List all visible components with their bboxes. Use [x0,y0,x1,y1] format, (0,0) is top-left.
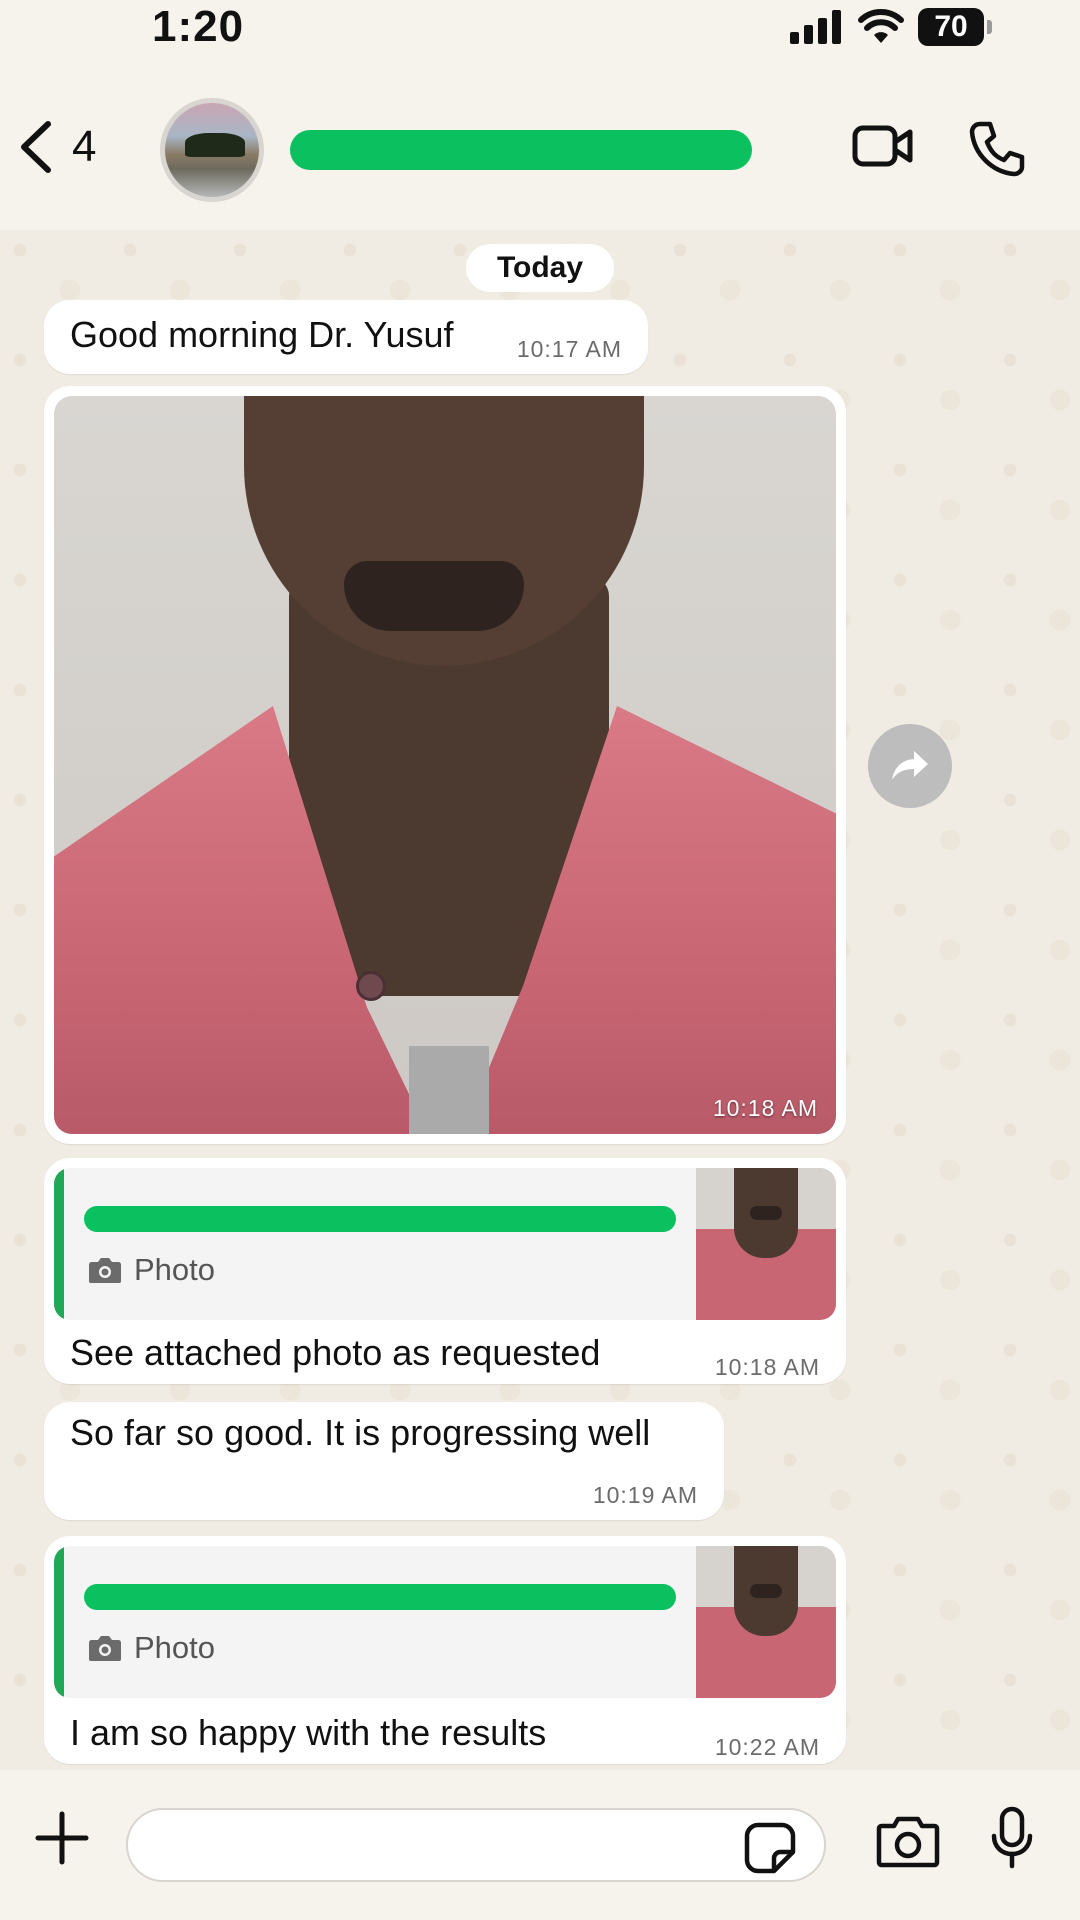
photo-image[interactable]: 10:18 AM [54,396,836,1134]
back-count: 4 [72,122,97,171]
date-separator: Today [466,244,614,292]
message-time: 10:17 AM [516,336,622,362]
quoted-sender-redacted [84,1584,676,1610]
message-text: So far so good. It is progressing well [70,1412,651,1453]
plus-icon[interactable] [34,1810,90,1866]
contact-name-redacted[interactable] [290,130,752,170]
status-bar: 1:20 70 [0,0,1080,70]
message-time: 10:22 AM [714,1734,820,1760]
status-time: 1:20 [152,2,245,51]
wifi-icon [858,9,904,43]
reply-accent-bar [54,1168,64,1320]
reply-message[interactable]: Photo See attached photo as requested 10… [44,1158,846,1384]
quoted-message[interactable]: Photo [54,1546,836,1698]
message-input[interactable] [126,1808,826,1882]
message-bubble[interactable]: Good morning Dr. Yusuf 10:17 AM [44,300,648,374]
message-bubble[interactable]: So far so good. It is progressing well 1… [44,1402,724,1520]
phone-icon[interactable] [968,120,1026,178]
quoted-type: Photo [88,1630,215,1666]
photo-message[interactable]: 10:18 AM [44,386,846,1144]
photo-time: 10:18 AM [712,1095,818,1121]
battery-indicator: 70 [918,8,992,46]
camera-small-icon [89,1258,121,1283]
back-button[interactable]: 4 [18,120,96,174]
reply-message[interactable]: Photo I am so happy with the results 10:… [44,1536,846,1764]
back-chevron-icon [21,121,51,173]
quoted-message[interactable]: Photo [54,1168,836,1320]
video-call-icon[interactable] [852,122,914,170]
message-text: See attached photo as requested [70,1332,601,1373]
camera-small-icon [89,1636,121,1661]
message-text: Good morning Dr. Yusuf [70,314,454,355]
quoted-type: Photo [88,1252,215,1288]
contact-avatar[interactable] [160,98,264,202]
camera-icon[interactable] [876,1816,940,1868]
quoted-thumbnail [696,1168,836,1320]
message-time: 10:19 AM [592,1482,698,1508]
composer-bar [0,1770,1080,1920]
quoted-thumbnail [696,1546,836,1698]
sticker-icon[interactable] [744,1822,796,1874]
forward-button[interactable] [868,724,952,808]
forward-icon [892,751,928,780]
chat-area[interactable]: Today Good morning Dr. Yusuf 10:17 AM 10… [0,230,1080,1770]
chat-header: 4 [0,70,1080,230]
reply-accent-bar [54,1546,64,1698]
signal-icon [790,10,841,44]
status-icons: 70 [790,8,992,46]
message-text: I am so happy with the results [70,1712,547,1753]
message-time: 10:18 AM [714,1354,820,1380]
quoted-sender-redacted [84,1206,676,1232]
microphone-icon[interactable] [990,1806,1034,1870]
